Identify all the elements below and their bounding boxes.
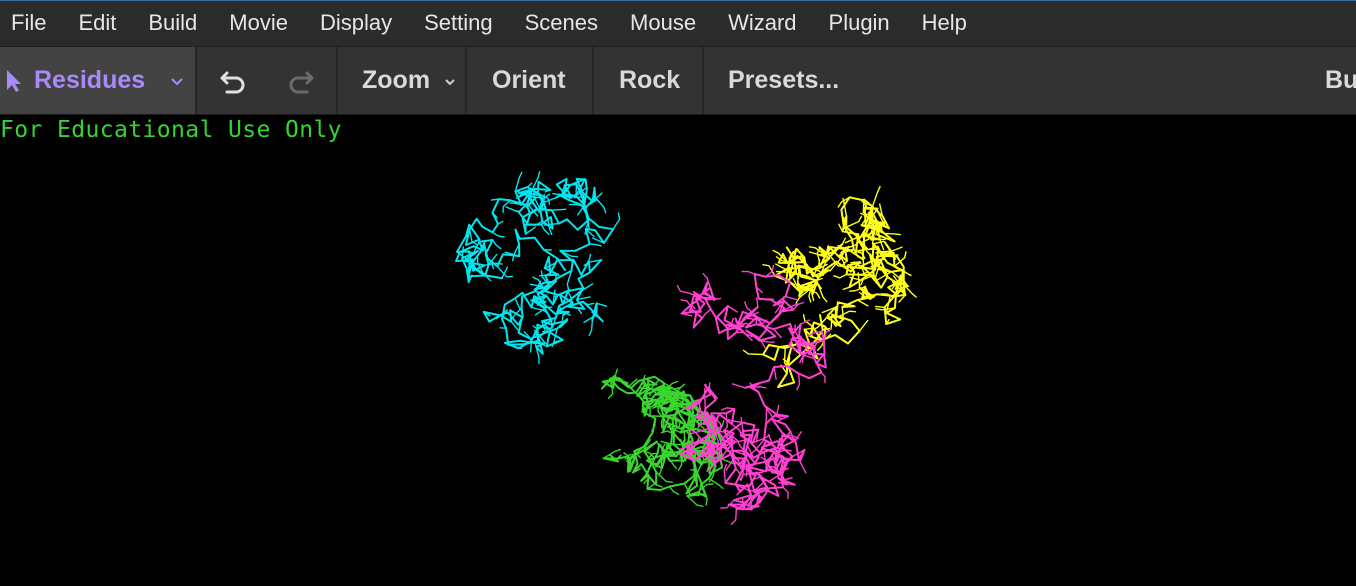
undo-icon[interactable]	[218, 66, 248, 96]
chain-b-magenta-backbone	[679, 273, 827, 511]
menu-file[interactable]: File	[0, 1, 62, 47]
molecule-viewport[interactable]: For Educational Use Only	[0, 115, 1356, 586]
redo-icon[interactable]	[286, 66, 316, 96]
pymol-window: File Edit Build Movie Display Setting Sc…	[0, 0, 1356, 586]
chain-a-cyan	[455, 171, 621, 365]
toolbar-separator	[336, 47, 338, 114]
pointer-arrow-icon	[7, 70, 21, 92]
chain-d-green	[600, 368, 741, 507]
educational-watermark: For Educational Use Only	[0, 117, 342, 143]
menu-setting[interactable]: Setting	[408, 1, 509, 47]
chevron-down-icon	[445, 79, 455, 86]
menu-plugin[interactable]: Plugin	[813, 1, 906, 47]
menu-edit[interactable]: Edit	[62, 1, 132, 47]
toolbar-separator	[195, 47, 197, 114]
toolbar: Residues Zoom Orient Rock Presets... Bu	[0, 46, 1356, 115]
presets-button[interactable]: Presets...	[728, 66, 839, 95]
menu-display[interactable]: Display	[304, 1, 408, 47]
selection-mode-dropdown[interactable]: Residues	[0, 47, 195, 114]
build-button-truncated[interactable]: Bu	[1325, 66, 1356, 95]
rock-button[interactable]: Rock	[619, 66, 680, 95]
selection-mode-label: Residues	[34, 66, 146, 94]
menu-build[interactable]: Build	[132, 1, 213, 47]
menu-help[interactable]: Help	[906, 1, 983, 47]
toolbar-separator	[465, 47, 467, 114]
chain-c-yellow	[742, 185, 917, 389]
menu-movie[interactable]: Movie	[213, 1, 304, 47]
orient-button[interactable]: Orient	[492, 66, 566, 95]
menu-bar: File Edit Build Movie Display Setting Sc…	[0, 0, 1356, 46]
toolbar-separator	[702, 47, 704, 114]
menu-scenes[interactable]: Scenes	[509, 1, 614, 47]
zoom-label: Zoom	[362, 66, 431, 94]
protein-structure	[455, 171, 917, 525]
toolbar-separator	[592, 47, 594, 114]
chevron-down-icon	[171, 78, 183, 86]
menu-mouse[interactable]: Mouse	[614, 1, 712, 47]
menu-wizard[interactable]: Wizard	[712, 1, 812, 47]
